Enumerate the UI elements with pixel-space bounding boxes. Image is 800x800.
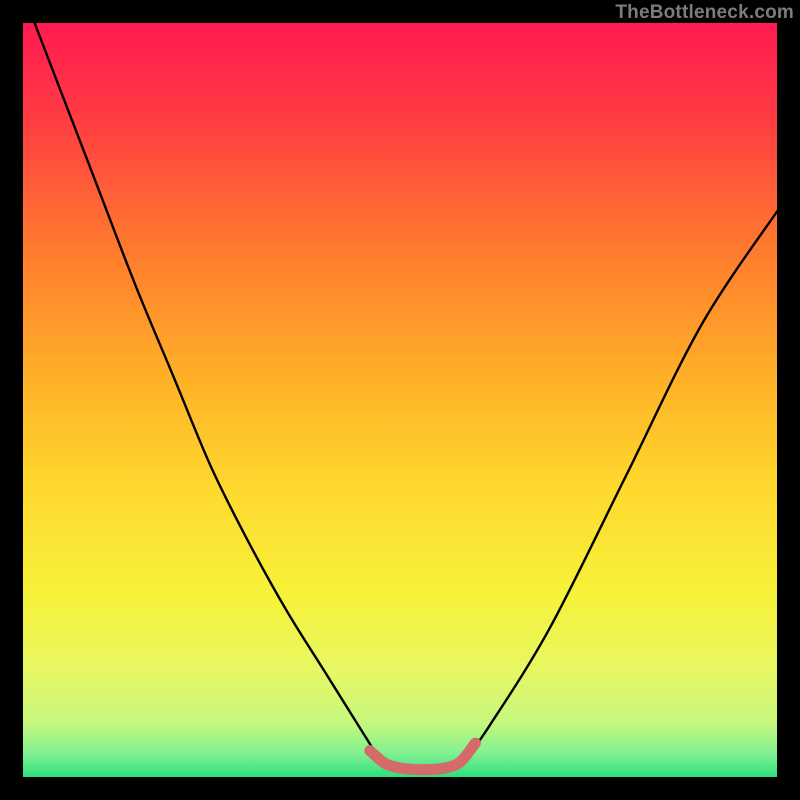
curve-layer <box>23 23 777 777</box>
watermark-text: TheBottleneck.com <box>615 2 794 24</box>
plot-area <box>23 23 777 777</box>
optimal-band-marker <box>370 743 476 770</box>
chart-canvas: TheBottleneck.com <box>0 0 800 800</box>
bottleneck-curve <box>23 0 777 770</box>
